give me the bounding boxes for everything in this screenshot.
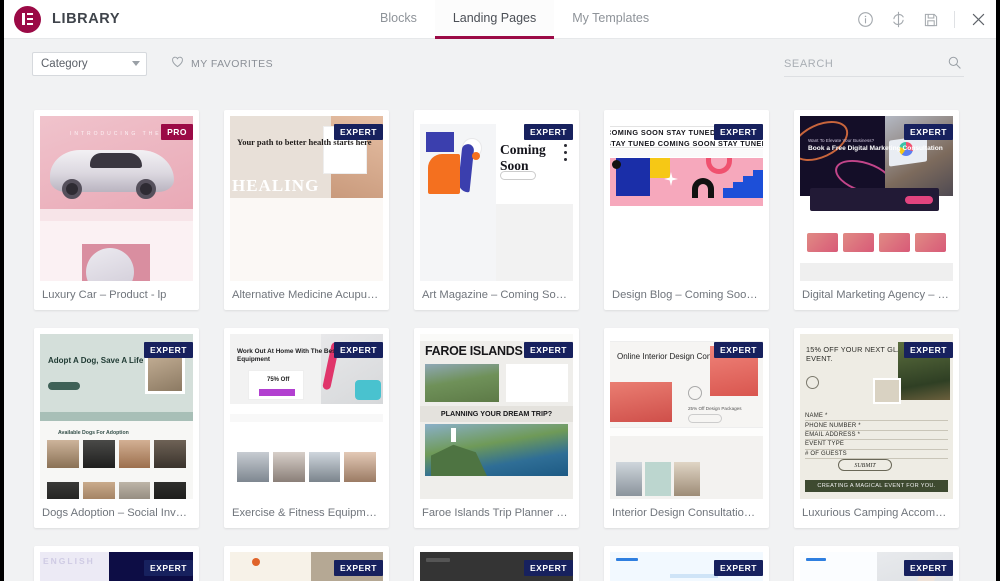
status-badge: EXPERT <box>333 124 383 140</box>
template-card[interactable]: Work Out At Home With The Best Fitness E… <box>224 328 389 528</box>
search-field <box>784 51 964 77</box>
thumb-headline: Adopt A Dog, Save A Life <box>48 356 144 365</box>
status-badge: EXPERT <box>903 342 953 358</box>
template-thumbnail: Want To Elevate Your Business? Book a Fr… <box>800 116 953 281</box>
form-field-label: EVENT TYPE <box>805 440 948 450</box>
template-thumbnail: EXPERT <box>800 552 953 581</box>
template-card[interactable]: EXPERT <box>224 546 389 581</box>
template-title: Digital Marketing Agency – Busin... <box>802 289 953 301</box>
info-icon[interactable] <box>855 10 875 30</box>
template-thumbnail: INTRODUCING THE GOLD PRO <box>40 116 193 281</box>
template-card[interactable]: EXPERT <box>414 546 579 581</box>
tab-blocks[interactable]: Blocks <box>362 0 435 39</box>
form-field-label: PHONE NUMBER * <box>805 421 948 431</box>
template-card[interactable]: EXPERT <box>794 546 959 581</box>
template-title: Alternative Medicine Acupuncture... <box>232 289 383 301</box>
template-card[interactable]: COMING SOON STAY TUNED COMING S STAY TUN… <box>604 110 769 310</box>
template-card[interactable]: EXPERT <box>604 546 769 581</box>
thumb-submit-button: SUBMIT <box>838 459 892 471</box>
template-title: Faroe Islands Trip Planner – Trave... <box>422 507 573 519</box>
status-badge: EXPERT <box>523 342 573 358</box>
category-select-wrapper: Category <box>32 52 147 76</box>
template-thumbnail: Online Interior Design Consultation 25% … <box>610 334 763 499</box>
close-icon[interactable] <box>968 10 988 30</box>
thumb-subheadline: Want To Elevate Your Business? <box>808 138 875 143</box>
form-field-label: NAME * <box>805 412 948 422</box>
template-card[interactable]: 15% OFF YOUR NEXT GLAMPING EVENT. NAME *… <box>794 328 959 528</box>
templates-grid: INTRODUCING THE GOLD PRO Luxury Car – Pr… <box>4 89 996 581</box>
tab-bar: Blocks Landing Pages My Templates <box>362 0 667 39</box>
thumb-headline: FAROE ISLANDS <box>425 344 523 358</box>
template-thumbnail: EXPERT <box>230 552 383 581</box>
my-favorites-filter[interactable]: MY FAVORITES <box>171 55 273 73</box>
elementor-logo-icon <box>14 5 41 33</box>
template-thumbnail: Work Out At Home With The Best Fitness E… <box>230 334 383 499</box>
form-field-label: EMAIL ADDRESS * <box>805 431 948 441</box>
template-thumbnail: Adopt A Dog, Save A Life Available Dogs … <box>40 334 193 499</box>
thumb-section-label: Available Dogs For Adoption <box>58 430 129 436</box>
template-card[interactable]: Online Interior Design Consultation 25% … <box>604 328 769 528</box>
template-card[interactable]: Coming Soon EXPERT Art Magazine – Coming… <box>414 110 579 310</box>
status-badge: EXPERT <box>523 560 573 576</box>
status-badge: EXPERT <box>903 560 953 576</box>
status-badge: EXPERT <box>903 124 953 140</box>
tab-landing-pages[interactable]: Landing Pages <box>434 0 555 39</box>
template-title: Interior Design Consultation – Onl... <box>612 507 763 519</box>
template-title: Design Blog – Coming Soon - lp <box>612 289 763 301</box>
brand: LIBRARY <box>4 0 120 38</box>
status-badge: EXPERT <box>143 342 193 358</box>
heart-icon <box>171 55 184 73</box>
elementor-library-modal: LIBRARY Blocks Landing Pages My Template… <box>4 0 996 581</box>
template-thumbnail: 15% OFF YOUR NEXT GLAMPING EVENT. NAME *… <box>800 334 953 499</box>
thumb-section-label: PLANNING YOUR DREAM TRIP? <box>420 406 573 422</box>
status-badge: EXPERT <box>333 560 383 576</box>
thumb-offer: 25% Off Design Packages <box>688 406 742 411</box>
template-title: Luxury Car – Product - lp <box>42 289 167 301</box>
template-title: Luxurious Camping Accommodati... <box>802 507 953 519</box>
template-card[interactable]: ENGLISH EXPERT <box>34 546 199 581</box>
header-actions <box>855 0 988 39</box>
status-badge: EXPERT <box>713 124 763 140</box>
status-badge: EXPERT <box>333 342 383 358</box>
template-card[interactable]: INTRODUCING THE GOLD PRO Luxury Car – Pr… <box>34 110 199 310</box>
template-title: Exercise & Fitness Equipment – e... <box>232 507 383 519</box>
thumb-offer: 75% Off <box>267 377 290 383</box>
template-thumbnail: FAROE ISLANDS PLANNING YOUR DREAM TRIP? … <box>420 334 573 499</box>
template-card[interactable]: FAROE ISLANDS PLANNING YOUR DREAM TRIP? … <box>414 328 579 528</box>
search-input[interactable] <box>784 57 934 70</box>
thumb-headline: Book a Free Digital Marketing Consultati… <box>808 145 943 152</box>
form-field-label: # OF GUESTS <box>805 450 948 459</box>
thumb-banner: CREATING A MAGICAL EVENT FOR YOU. <box>805 480 948 492</box>
page-title: LIBRARY <box>52 11 121 27</box>
thumb-form-fields: NAME * PHONE NUMBER * EMAIL ADDRESS * EV… <box>805 412 948 459</box>
status-badge: EXPERT <box>713 342 763 358</box>
template-card[interactable]: Adopt A Dog, Save A Life Available Dogs … <box>34 328 199 528</box>
modal-header: LIBRARY Blocks Landing Pages My Template… <box>4 0 996 39</box>
template-card[interactable]: Your path to better health starts here H… <box>224 110 389 310</box>
status-badge: EXPERT <box>523 124 573 140</box>
header-divider <box>954 11 955 28</box>
template-thumbnail: Your path to better health starts here H… <box>230 116 383 281</box>
category-select[interactable]: Category <box>32 52 147 76</box>
status-badge: PRO <box>161 124 193 140</box>
status-badge: EXPERT <box>713 560 763 576</box>
templates-scroll-area[interactable]: INTRODUCING THE GOLD PRO Luxury Car – Pr… <box>4 89 996 581</box>
my-favorites-label: MY FAVORITES <box>191 58 274 70</box>
status-badge: EXPERT <box>143 560 193 576</box>
template-thumbnail: EXPERT <box>610 552 763 581</box>
template-thumbnail: EXPERT <box>420 552 573 581</box>
search-icon[interactable] <box>947 55 962 75</box>
thumb-word: ENGLISH <box>43 556 95 566</box>
template-thumbnail: COMING SOON STAY TUNED COMING S STAY TUN… <box>610 116 763 281</box>
sync-icon[interactable] <box>888 10 908 30</box>
template-card[interactable]: Want To Elevate Your Business? Book a Fr… <box>794 110 959 310</box>
thumb-headline: Coming Soon <box>500 142 546 173</box>
template-title: Art Magazine – Coming Soon - lp <box>422 289 573 301</box>
template-title: Dogs Adoption – Social Involvem... <box>42 507 193 519</box>
template-thumbnail: Coming Soon EXPERT <box>420 116 573 281</box>
filter-bar: Category MY FAVORITES <box>4 39 996 89</box>
tab-my-templates[interactable]: My Templates <box>554 0 667 39</box>
template-thumbnail: ENGLISH EXPERT <box>40 552 193 581</box>
save-icon[interactable] <box>921 10 941 30</box>
